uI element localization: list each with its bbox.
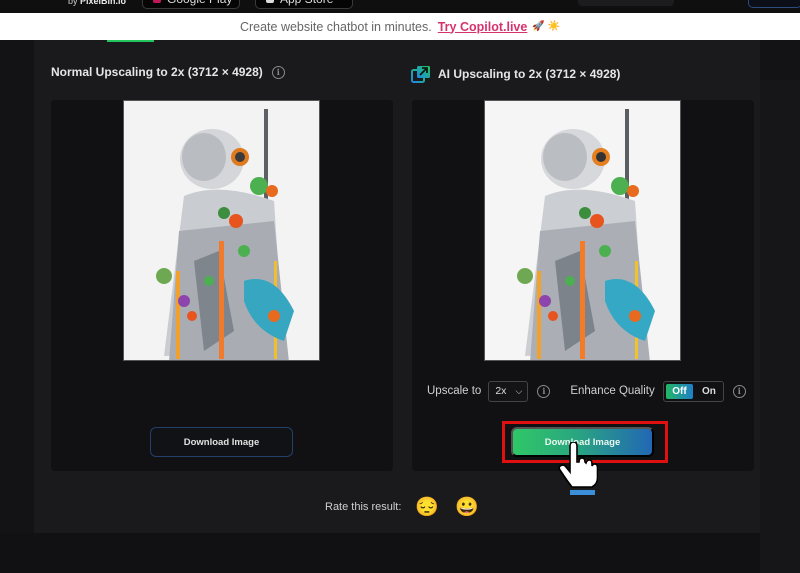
ai-upscale-title: AI Upscaling to 2x (3712 × 4928) [411, 65, 620, 83]
info-icon[interactable]: i [271, 65, 285, 79]
toggle-off-option[interactable]: Off [665, 383, 694, 399]
rocket-sun-emoji: 🚀 ☀️ [532, 21, 561, 32]
banner-text: Create website chatbot in minutes. [239, 19, 432, 34]
upscale-select[interactable]: 2x ⌵ [488, 380, 529, 402]
promo-banner: Create website chatbot in minutes. Try C… [0, 13, 800, 40]
google-play-button[interactable]: Google Play [142, 0, 240, 9]
toggle-on-option[interactable]: On [695, 382, 723, 401]
upscale-info-icon[interactable]: i [537, 384, 551, 398]
normal-upscale-panel: Download Image [51, 100, 393, 471]
top-navbar: by PixelBin.io Google Play App Store [0, 0, 800, 13]
apple-icon [266, 0, 274, 3]
robot-artwork [485, 101, 680, 360]
normal-download-button[interactable]: Download Image [150, 427, 293, 457]
try-copilot-link[interactable]: Try Copilot.live [438, 20, 528, 34]
robot-artwork [124, 101, 319, 360]
active-tab-indicator [107, 40, 154, 42]
normal-upscale-title: Normal Upscaling to 2x (3712 × 4928) i [51, 65, 285, 79]
normal-upscaled-image [123, 100, 320, 361]
rate-label: Rate this result: [325, 501, 402, 513]
enhance-quality-toggle[interactable]: Off On [662, 380, 724, 402]
top-nav-button[interactable] [748, 0, 800, 8]
hand-pointer-cursor-icon [558, 442, 598, 495]
chevron-down-icon: ⌵ [515, 385, 523, 396]
brand-caption: by PixelBin.io [68, 0, 127, 6]
upscale-label: Upscale to [427, 385, 482, 397]
google-play-icon [153, 0, 161, 3]
enhance-quality-label: Enhance Quality [570, 385, 655, 397]
ai-controls: Upscale to 2x ⌵ i Enhance Quality Off On… [412, 380, 754, 402]
enhance-info-icon[interactable]: i [732, 384, 746, 398]
rate-sad-button[interactable]: 😔 [415, 495, 439, 519]
ai-upscaled-image [484, 100, 681, 361]
rate-happy-button[interactable]: 😀 [455, 495, 479, 519]
ai-upscale-panel: Upscale to 2x ⌵ i Enhance Quality Off On… [412, 100, 754, 471]
top-nav-item[interactable] [578, 0, 674, 6]
app-store-button[interactable]: App Store [255, 0, 353, 9]
rating-row: Rate this result: 😔 😀 [325, 495, 479, 519]
ai-upscale-icon [411, 66, 430, 83]
right-gutter [760, 80, 800, 573]
